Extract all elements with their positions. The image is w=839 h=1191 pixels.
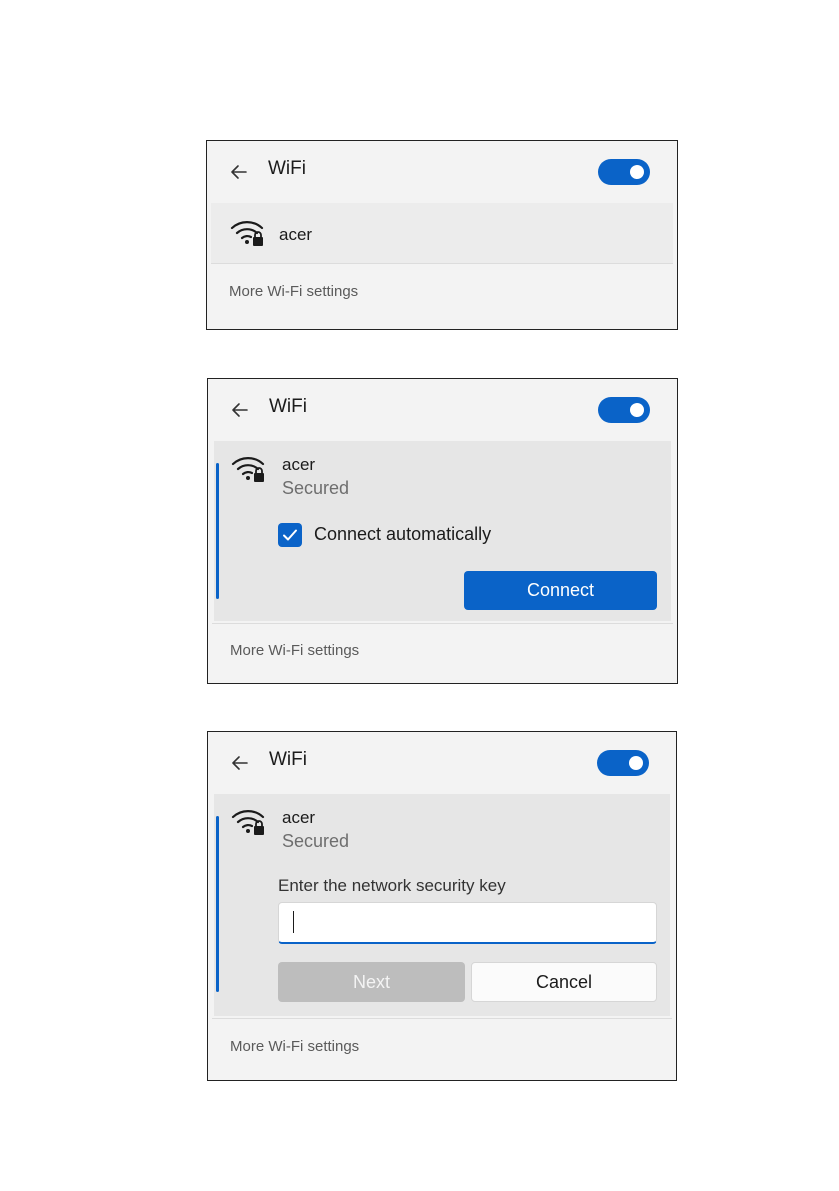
security-key-input[interactable]	[278, 902, 657, 944]
wifi-secured-icon	[230, 221, 264, 246]
wifi-panel-collapsed: WiFi acer More Wi-Fi settings	[206, 140, 678, 330]
wifi-header: WiFi	[208, 732, 676, 794]
more-wifi-settings-link[interactable]: More Wi-Fi settings	[229, 283, 358, 300]
connect-button[interactable]: Connect	[464, 571, 657, 610]
selection-accent-bar	[216, 816, 219, 992]
network-status: Secured	[282, 478, 350, 498]
cancel-button[interactable]: Cancel	[471, 962, 657, 1002]
wifi-header: WiFi	[208, 379, 677, 441]
back-arrow-icon[interactable]	[229, 162, 249, 182]
wifi-toggle[interactable]	[598, 397, 650, 423]
text-caret	[293, 911, 294, 933]
back-arrow-icon[interactable]	[230, 400, 250, 420]
checkmark-icon	[283, 529, 297, 541]
network-item-acer[interactable]: acer	[211, 203, 673, 263]
security-key-label: Enter the network security key	[278, 876, 506, 895]
toggle-knob	[630, 165, 644, 179]
divider	[212, 1018, 672, 1019]
wifi-secured-icon	[231, 457, 265, 482]
network-item-expanded: acer Secured Connect automatically Conne…	[214, 441, 671, 621]
wifi-toggle[interactable]	[598, 159, 650, 185]
connect-automatically-label: Connect automatically	[314, 524, 492, 544]
wifi-secured-icon	[231, 810, 265, 835]
selection-accent-bar	[216, 463, 219, 599]
wifi-panel-security-key: WiFi acer Secured Enter the network secu…	[207, 731, 677, 1081]
network-name: acer	[279, 225, 313, 244]
wifi-header: WiFi	[207, 141, 677, 203]
wifi-title: WiFi	[269, 396, 307, 417]
wifi-title: WiFi	[269, 749, 307, 770]
more-wifi-settings-link[interactable]: More Wi-Fi settings	[230, 1038, 359, 1055]
wifi-toggle[interactable]	[597, 750, 649, 776]
toggle-knob	[629, 756, 643, 770]
more-wifi-settings-link[interactable]: More Wi-Fi settings	[230, 642, 359, 659]
toggle-knob	[630, 403, 644, 417]
network-name: acer	[282, 808, 316, 827]
back-arrow-icon[interactable]	[230, 753, 250, 773]
divider	[211, 263, 673, 264]
network-status: Secured	[282, 831, 350, 851]
network-item-expanded: acer Secured Enter the network security …	[214, 794, 670, 1016]
next-button[interactable]: Next	[278, 962, 465, 1002]
network-name: acer	[282, 455, 316, 474]
divider	[212, 623, 673, 624]
wifi-panel-connect: WiFi acer Secured Connect automatically …	[207, 378, 678, 684]
wifi-title: WiFi	[268, 158, 306, 179]
connect-automatically-checkbox[interactable]	[278, 523, 302, 547]
